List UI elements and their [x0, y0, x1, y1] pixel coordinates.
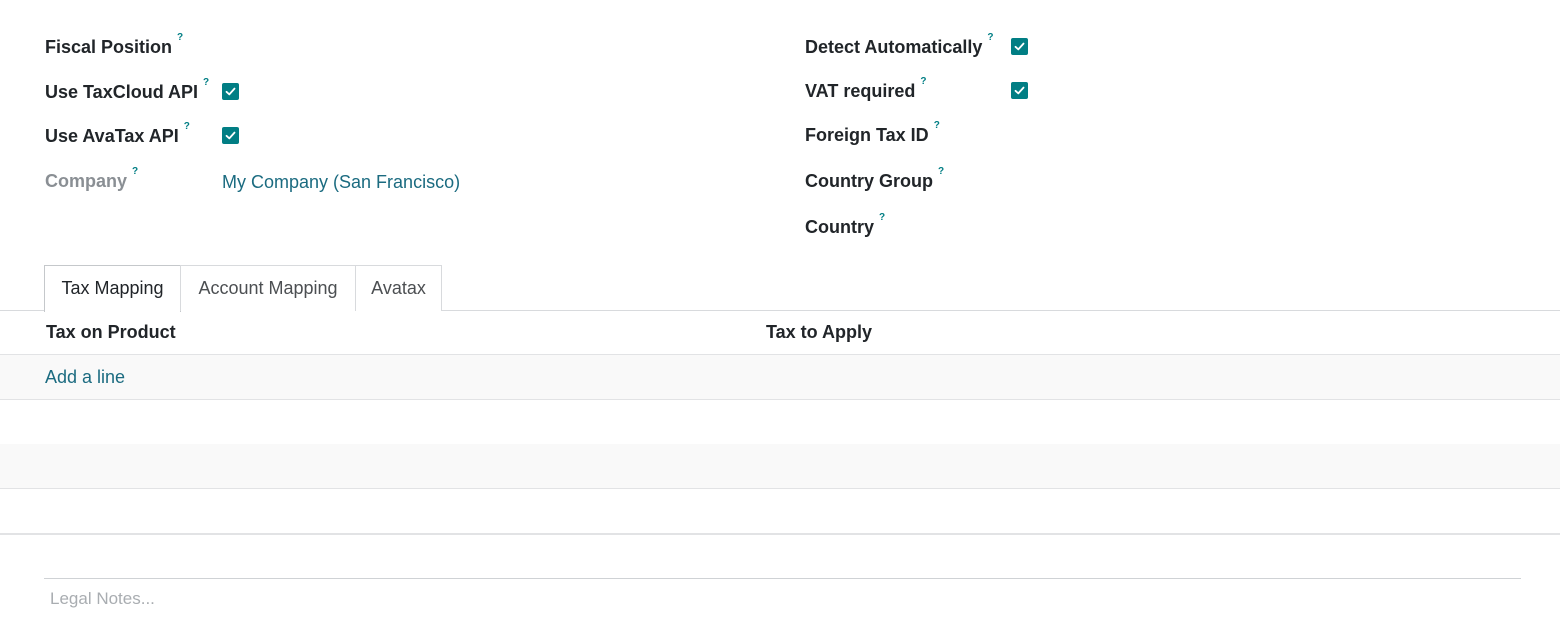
- checkmark-icon: [1014, 86, 1025, 95]
- use-avatax-api-label: Use AvaTax API?: [45, 121, 190, 146]
- use-taxcloud-api-label: Use TaxCloud API?: [45, 77, 210, 102]
- help-tooltip-icon[interactable]: ?: [938, 166, 944, 178]
- help-tooltip-icon[interactable]: ?: [184, 121, 190, 133]
- tab-avatax[interactable]: Avatax: [355, 265, 442, 311]
- help-tooltip-icon[interactable]: ?: [920, 76, 926, 88]
- foreign-tax-id-label: Foreign Tax ID?: [805, 120, 940, 145]
- help-tooltip-icon[interactable]: ?: [177, 32, 183, 44]
- country-label: Country?: [805, 212, 886, 237]
- column-header-tax-to-apply[interactable]: Tax to Apply: [766, 321, 872, 343]
- table-row-add-line: Add a line: [0, 355, 1560, 400]
- help-tooltip-icon[interactable]: ?: [203, 77, 209, 89]
- legal-notes-placeholder[interactable]: Legal Notes...: [50, 589, 155, 609]
- add-line-link[interactable]: Add a line: [45, 366, 125, 388]
- use-avatax-api-checkbox[interactable]: [222, 127, 239, 144]
- company-link[interactable]: My Company (San Francisco): [222, 171, 460, 193]
- column-header-tax-on-product[interactable]: Tax on Product: [46, 321, 176, 343]
- tab-tax-mapping[interactable]: Tax Mapping: [44, 265, 181, 312]
- help-tooltip-icon[interactable]: ?: [987, 32, 993, 44]
- vat-required-label: VAT required?: [805, 76, 927, 101]
- detect-automatically-checkbox[interactable]: [1011, 38, 1028, 55]
- checkmark-icon: [225, 87, 236, 96]
- checkmark-icon: [225, 131, 236, 140]
- tab-account-mapping[interactable]: Account Mapping: [180, 265, 356, 311]
- help-tooltip-icon[interactable]: ?: [132, 166, 138, 178]
- help-tooltip-icon[interactable]: ?: [879, 212, 885, 224]
- table-row-empty: [0, 400, 1560, 445]
- table-row-empty: [0, 444, 1560, 489]
- table-bottom-border: [0, 533, 1560, 535]
- use-taxcloud-api-checkbox[interactable]: [222, 83, 239, 100]
- notebook-tabs: Tax Mapping Account Mapping Avatax: [0, 265, 1560, 312]
- fiscal-position-label: Fiscal Position?: [45, 32, 184, 57]
- vat-required-checkbox[interactable]: [1011, 82, 1028, 99]
- legal-notes-field[interactable]: Legal Notes...: [44, 578, 1521, 616]
- help-tooltip-icon[interactable]: ?: [934, 120, 940, 132]
- company-label: Company?: [45, 166, 139, 191]
- table-row-empty: [0, 489, 1560, 534]
- checkmark-icon: [1014, 42, 1025, 51]
- country-group-label: Country Group?: [805, 166, 945, 191]
- detect-automatically-label: Detect Automatically?: [805, 32, 994, 57]
- table-header: Tax on Product Tax to Apply: [0, 311, 1560, 355]
